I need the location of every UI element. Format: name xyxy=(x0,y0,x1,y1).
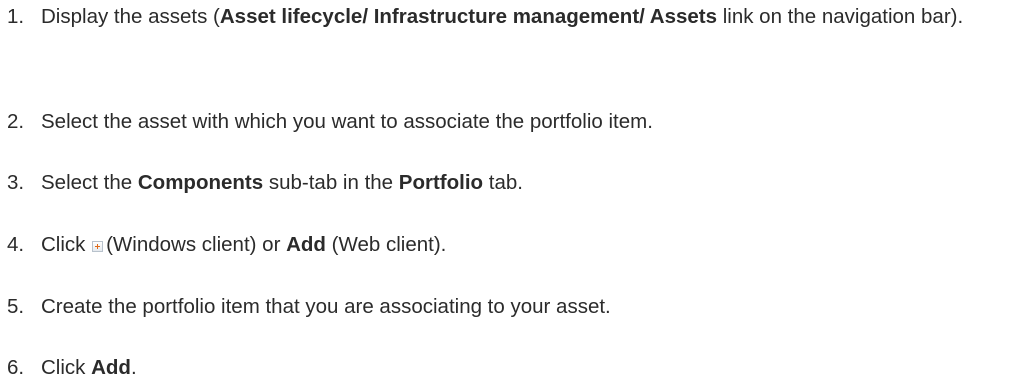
step-number: 1. xyxy=(7,5,25,28)
components-subtab-label: Components xyxy=(137,171,264,194)
add-label: Add xyxy=(91,356,131,379)
step-text: Select the asset with which you want to … xyxy=(41,110,653,133)
portfolio-tab-label: Portfolio xyxy=(398,171,484,194)
step-number: 6. xyxy=(7,356,25,379)
step-text: Click (Windows client) or Add (Web clien… xyxy=(41,233,447,256)
step-number: 4. xyxy=(7,233,25,256)
step-number: 5. xyxy=(7,295,25,318)
step-text: Display the assets (Asset lifecycle/ Inf… xyxy=(41,5,964,28)
step-text: Create the portfolio item that you are a… xyxy=(41,295,611,318)
add-icon xyxy=(92,241,104,252)
step-number: 3. xyxy=(7,171,25,194)
step-text: Select the Components sub-tab in the Por… xyxy=(41,171,523,194)
step-text: Click Add. xyxy=(41,356,137,379)
menu-path: Asset lifecycle/ Infrastructure manageme… xyxy=(219,5,718,28)
step-number: 2. xyxy=(7,110,25,133)
add-label: Add xyxy=(286,233,326,256)
